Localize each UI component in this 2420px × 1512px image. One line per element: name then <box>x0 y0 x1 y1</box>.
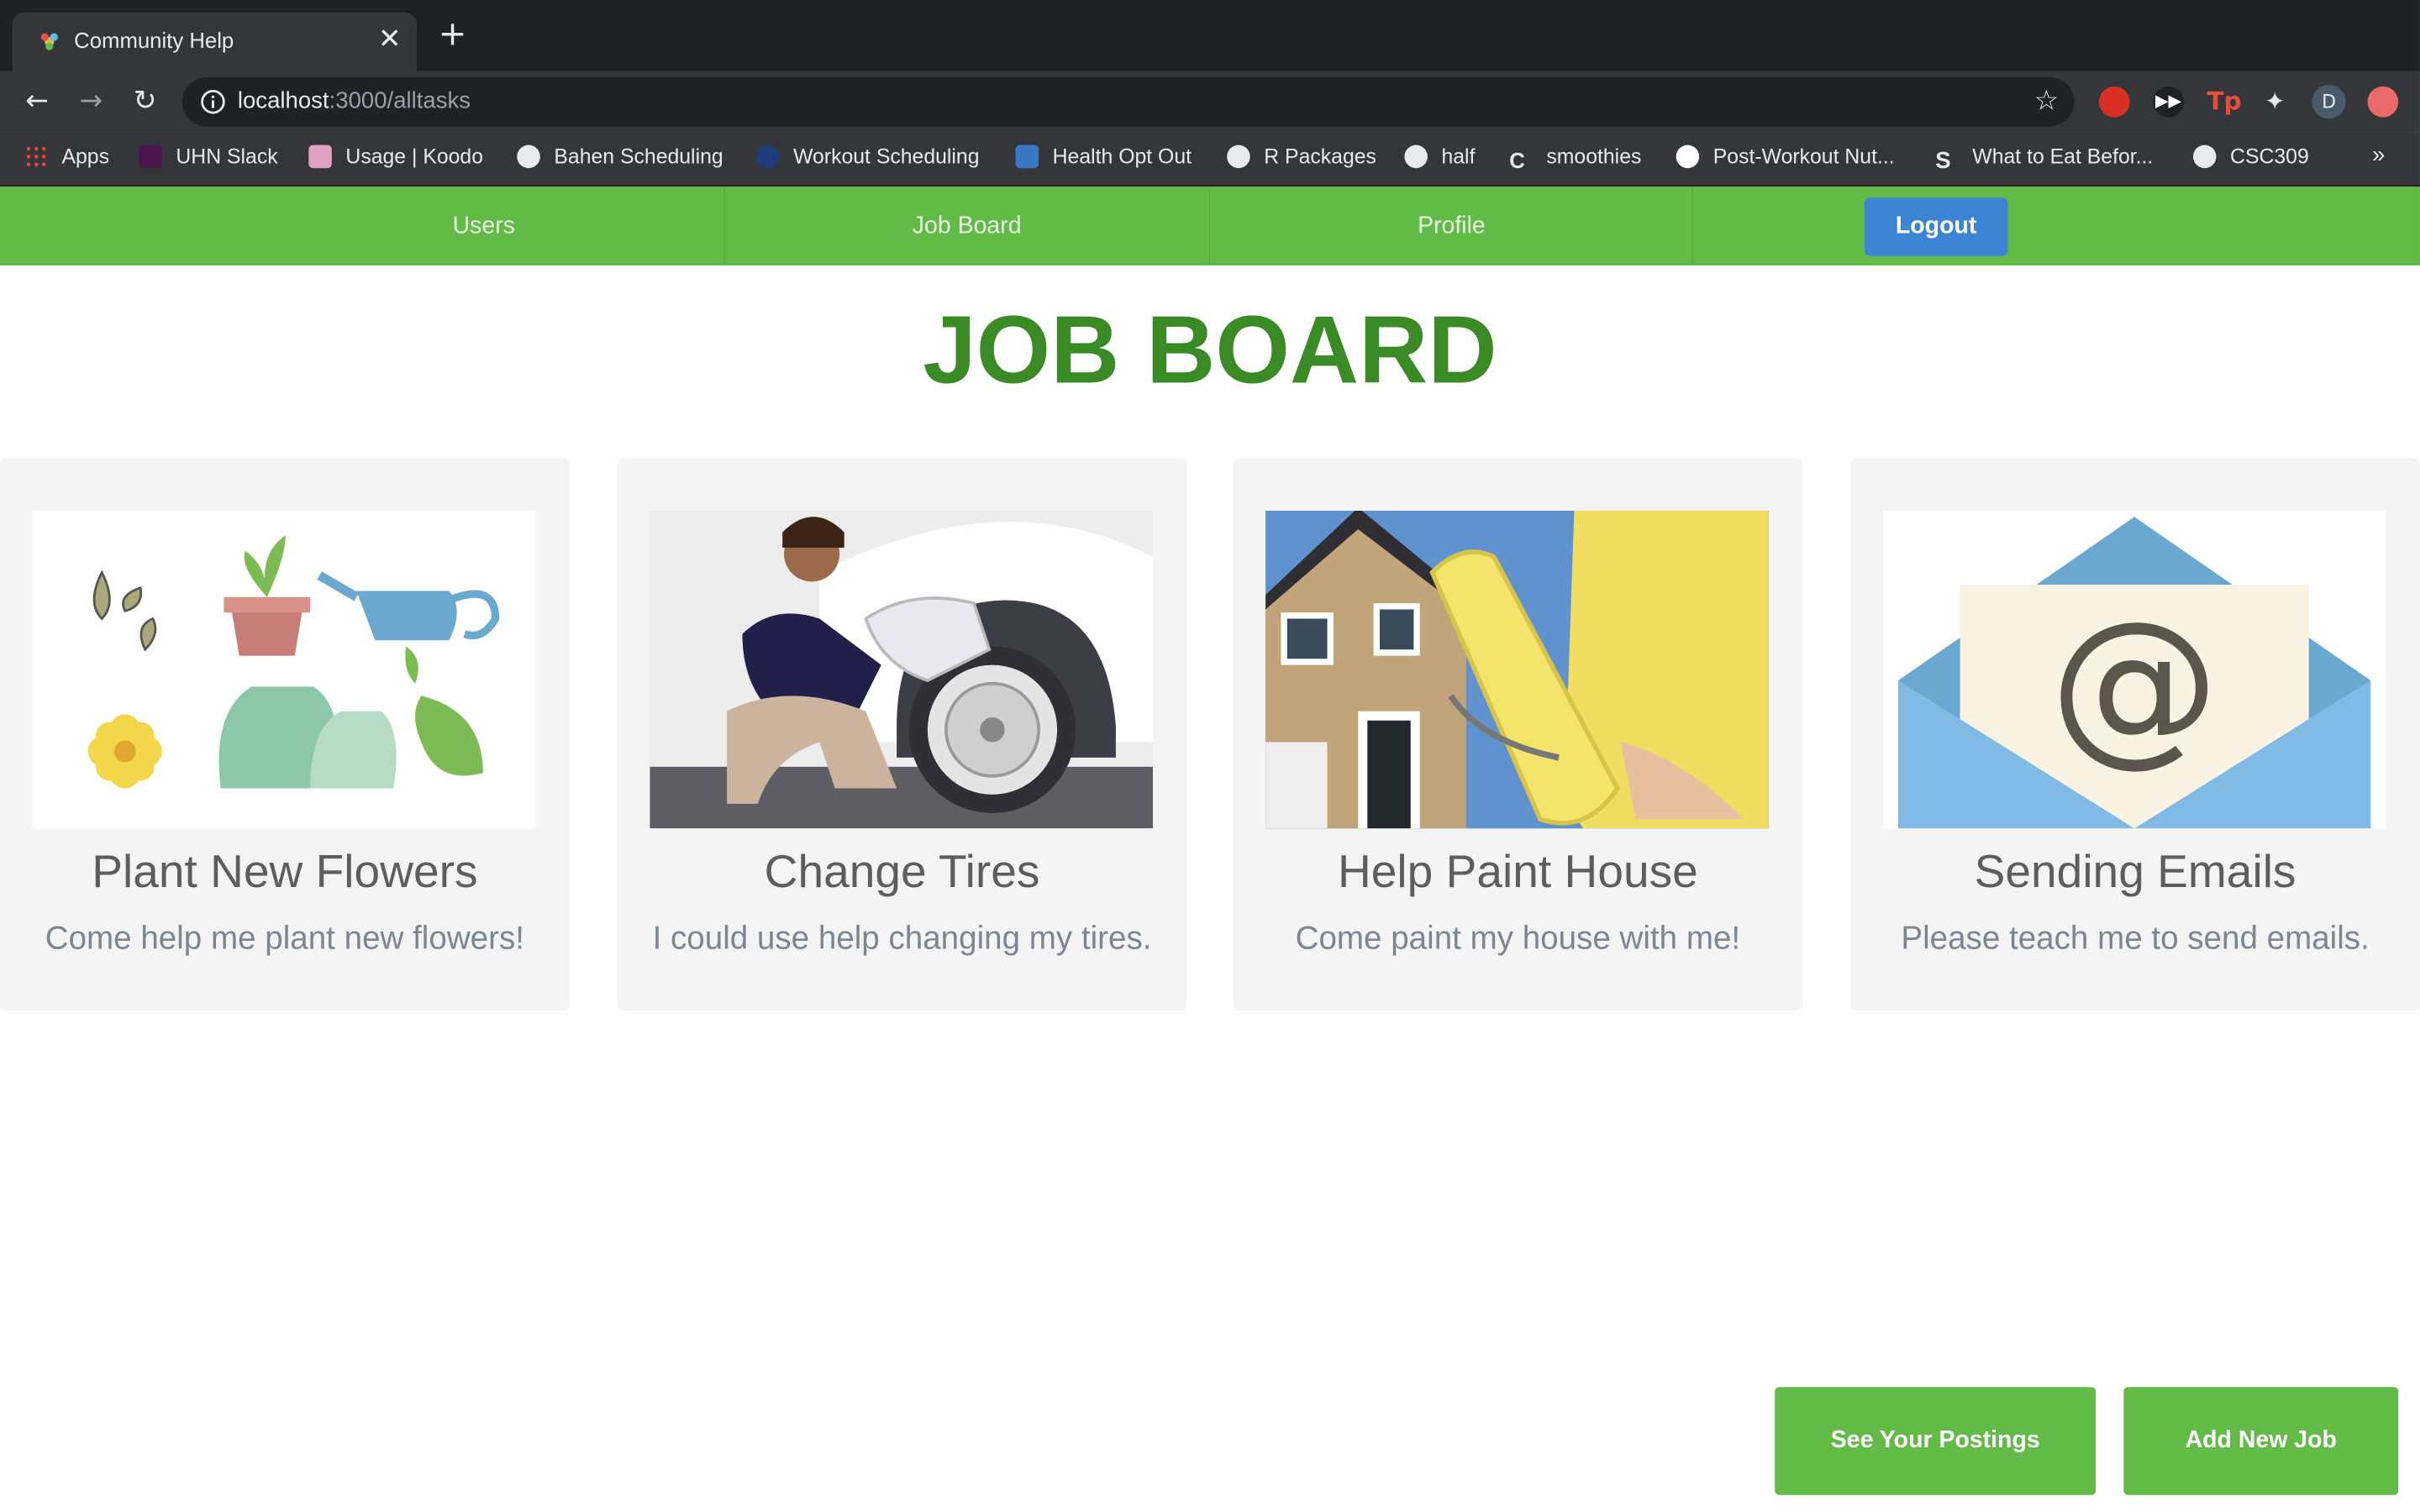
bookmark-what-to-eat[interactable]: S What to Eat Befor... <box>1935 145 2153 173</box>
browser-toolbar: ← → ↻ localhost:3000/alltasks ☆ ▶▶ Tp ✦ … <box>0 71 2420 133</box>
nav-job-board[interactable]: Job Board <box>725 186 1208 265</box>
bookmark-label: Health Opt Out <box>1052 144 1192 169</box>
car-repair-icon <box>650 510 1154 829</box>
globe-icon <box>517 144 540 169</box>
url-text: localhost:3000/alltasks <box>238 88 471 114</box>
bookmark-label: What to Eat Befor... <box>1972 144 2154 169</box>
bookmark-label: Post-Workout Nut... <box>1712 144 1895 169</box>
bookmark-uhn-slack[interactable]: UHN Slack <box>139 144 278 173</box>
bookmark-site-icon <box>1676 144 1700 169</box>
logout-button[interactable]: Logout <box>1864 197 2008 256</box>
app-navbar: Users Job Board Profile Logout <box>0 186 2420 265</box>
bookmark-label: R Packages <box>1264 144 1376 169</box>
url-host: localhost <box>237 87 329 114</box>
c-icon: C <box>1509 148 1525 173</box>
job-title: Help Paint House <box>1337 847 1698 898</box>
bookmark-koodo[interactable]: Usage | Koodo <box>308 144 484 173</box>
job-card[interactable]: Help Paint House Come paint my house wit… <box>1233 458 1803 1011</box>
job-description: Please teach me to send emails. <box>1901 921 2370 957</box>
new-tab-icon[interactable]: + <box>439 18 467 52</box>
job-title: Change Tires <box>764 847 1040 898</box>
more-bookmarks-icon[interactable]: » <box>2372 142 2385 170</box>
nav-profile[interactable]: Profile <box>1210 186 1693 265</box>
tp-extension-icon[interactable]: Tp <box>2207 87 2241 118</box>
house-painting-icon <box>1265 510 1769 829</box>
tab-title: Community Help <box>74 28 234 53</box>
job-title: Plant New Flowers <box>92 847 478 898</box>
bookmark-r-packages[interactable]: R Packages <box>1227 144 1376 173</box>
bookmark-label: Workout Scheduling <box>793 144 980 169</box>
bookmark-label: Bahen Scheduling <box>554 144 723 169</box>
bookmark-workout[interactable]: Workout Scheduling <box>755 144 980 173</box>
bookmark-label: half <box>1441 144 1476 169</box>
browser-tab[interactable]: Community Help ✕ <box>12 12 417 71</box>
page-title: JOB BOARD <box>923 297 1497 405</box>
job-title: Sending Emails <box>1974 847 2296 898</box>
browser-tabstrip: Community Help ✕ + <box>0 0 2420 71</box>
bookmark-health[interactable]: Health Opt Out <box>1015 144 1192 173</box>
bookmark-star-icon[interactable]: ☆ <box>2034 85 2060 118</box>
address-bar[interactable]: localhost:3000/alltasks ☆ <box>182 76 2075 127</box>
job-description: Come paint my house with me! <box>1295 921 1741 957</box>
tab-favicon-icon <box>40 33 58 50</box>
extensions-puzzle-icon[interactable]: ✦ <box>2260 87 2291 118</box>
koodo-icon <box>308 144 332 169</box>
bookmark-label: UHN Slack <box>176 144 278 169</box>
adblock-extension-icon[interactable] <box>2098 86 2130 118</box>
add-job-button[interactable]: Add New Job <box>2123 1387 2399 1495</box>
bookmarks-bar: Apps UHN Slack Usage | Koodo Bahen Sched… <box>0 132 2420 187</box>
bookmark-label: Usage | Koodo <box>345 144 484 169</box>
health-icon <box>1015 144 1039 169</box>
tires-illustration <box>650 510 1154 829</box>
gardening-icon <box>87 535 500 789</box>
bookmark-apps[interactable]: Apps <box>24 144 110 173</box>
globe-icon <box>2192 144 2217 169</box>
bookmark-bahen[interactable]: Bahen Scheduling <box>517 144 723 173</box>
bookmark-smoothies[interactable]: Csmoothies <box>1509 145 1641 173</box>
globe-icon <box>1404 144 1428 169</box>
nav-users[interactable]: Users <box>242 186 725 265</box>
fast-forward-extension-icon[interactable]: ▶▶ <box>2153 86 2184 118</box>
forward-arrow-icon[interactable]: → <box>72 83 109 120</box>
see-postings-button[interactable]: See Your Postings <box>1775 1387 2096 1495</box>
screen: Community Help ✕ + ← → ↻ localhost:3000/… <box>0 0 2420 1512</box>
slack-icon <box>139 144 162 169</box>
bookmark-label: CSC309 <box>2230 144 2309 169</box>
svg-text:@: @ <box>2049 584 2219 782</box>
bookmark-post-workout[interactable]: Post-Workout Nut... <box>1676 144 1895 173</box>
job-description: I could use help changing my tires. <box>652 921 1152 957</box>
job-card[interactable]: @ Sending Emails Please teach me to send… <box>1850 458 2420 1011</box>
email-illustration: @ <box>1882 510 2386 829</box>
bookmark-label: Apps <box>61 144 110 169</box>
bookmark-csc309[interactable]: CSC309 <box>2192 144 2309 173</box>
s-icon: S <box>1935 148 1951 175</box>
back-arrow-icon[interactable]: ← <box>18 83 55 120</box>
update-icon[interactable] <box>2367 86 2399 118</box>
close-tab-icon[interactable]: ✕ <box>378 24 402 56</box>
bookmark-label: smoothies <box>1546 144 1642 169</box>
workout-icon <box>755 144 780 169</box>
reload-icon[interactable]: ↻ <box>127 83 164 120</box>
bookmark-half[interactable]: half <box>1404 144 1476 173</box>
url-path: :3000/alltasks <box>329 87 471 114</box>
flowers-illustration <box>32 510 536 829</box>
envelope-at-icon: @ <box>1898 517 2371 829</box>
paint-house-photo <box>1265 510 1769 829</box>
job-description: Come help me plant new flowers! <box>45 921 524 957</box>
site-info-icon[interactable] <box>201 89 225 114</box>
job-card[interactable]: Change Tires I could use help changing m… <box>617 458 1187 1011</box>
globe-icon <box>1227 144 1250 169</box>
job-card[interactable]: Plant New Flowers Come help me plant new… <box>0 458 570 1011</box>
profile-avatar[interactable]: D <box>2312 85 2346 119</box>
nav-divider <box>1691 186 1693 265</box>
apps-grid-icon <box>24 144 48 169</box>
